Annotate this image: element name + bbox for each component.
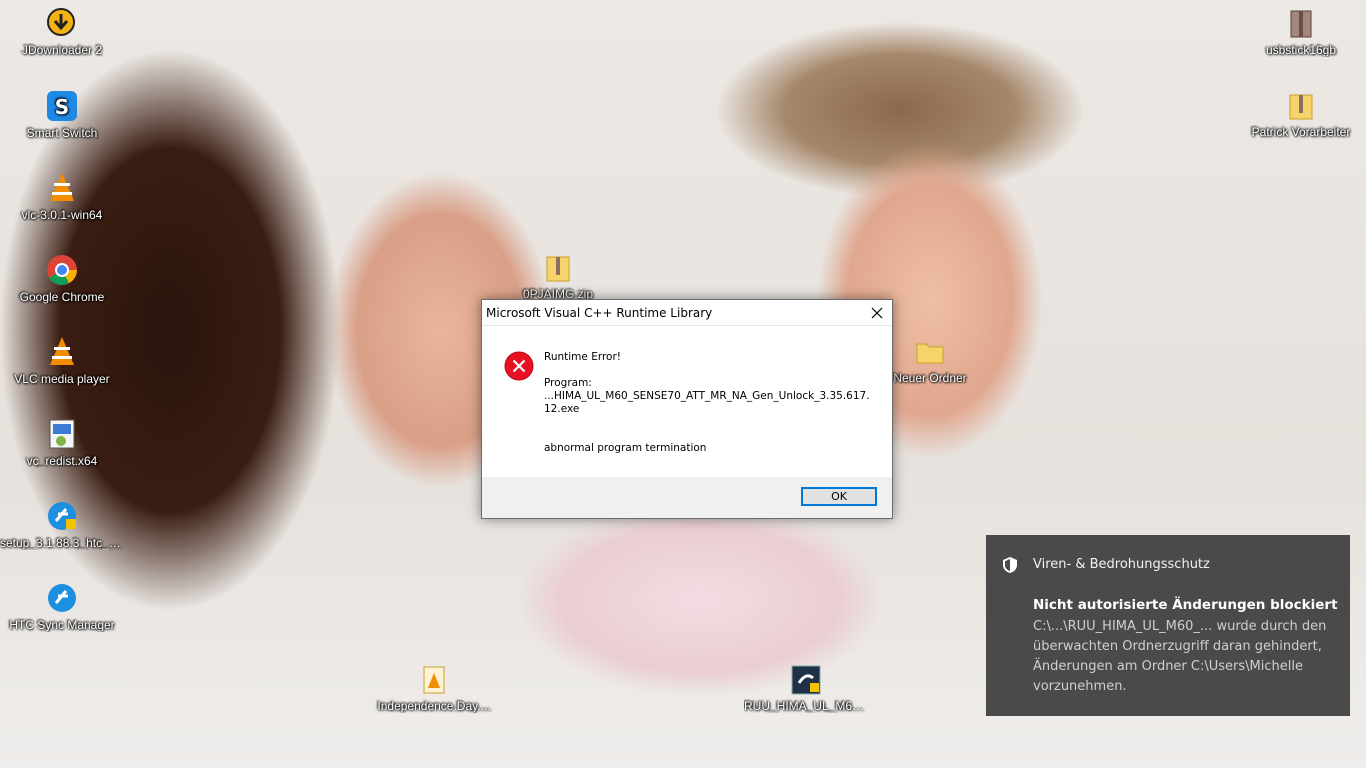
smart-switch-icon: S	[47, 91, 77, 121]
toast-app-name: Viren- & Bedrohungsschutz	[1033, 557, 1210, 572]
desktop-icon-smart-switch[interactable]: S Smart Switch	[0, 89, 124, 140]
notification-toast[interactable]: Viren- & Bedrohungsschutz Nicht autorisi…	[986, 535, 1350, 716]
desktop-icon-label: RUU_HIMA_UL_M60...	[744, 699, 868, 713]
jdownloader-icon	[47, 8, 75, 36]
program-path: ...HIMA_UL_M60_SENSE70_ATT_MR_NA_Gen_Unl…	[544, 390, 870, 415]
desktop-icon-label: setup_3.1.88.3_htc_N...	[0, 536, 124, 550]
desktop-icon-vc-redist[interactable]: vc_redist.x64	[0, 417, 124, 468]
error-message: abnormal program termination	[544, 442, 707, 454]
desktop-icon-chrome[interactable]: Google Chrome	[0, 253, 124, 304]
zip-folder-icon	[1289, 94, 1313, 120]
desktop-icon-htc-setup[interactable]: setup_3.1.88.3_htc_N...	[0, 499, 124, 550]
desktop-icon-independence-day[interactable]: Independence.Day....	[372, 664, 496, 713]
chrome-icon	[47, 255, 77, 285]
htc-sync-icon	[48, 584, 76, 612]
desktop-icon-label: Patrick Vorarbeiter	[1251, 125, 1351, 139]
runtime-error-dialog: Microsoft Visual C++ Runtime Library Run…	[481, 299, 893, 519]
dialog-message: Runtime Error! Program: ...HIMA_UL_M60_S…	[544, 351, 874, 455]
vlc-file-icon	[423, 666, 445, 694]
dialog-body: Runtime Error! Program: ...HIMA_UL_M60_S…	[482, 326, 892, 477]
ok-button[interactable]: OK	[801, 487, 877, 506]
desktop-icon-label: Google Chrome	[19, 290, 105, 304]
dialog-footer: OK	[482, 477, 892, 518]
error-title: Runtime Error!	[544, 351, 621, 363]
error-icon	[504, 351, 534, 381]
desktop-icon-label: Independence.Day....	[377, 699, 491, 713]
svg-text:S: S	[55, 95, 69, 119]
vlc-icon	[50, 337, 74, 365]
desktop-icon-label: Smart Switch	[26, 126, 98, 140]
close-button[interactable]	[862, 300, 892, 325]
toast-body: C:\...\RUU_HIMA_UL_M60_... wurde durch d…	[1033, 619, 1327, 694]
desktop-icon-label: usbstick16gb	[1265, 43, 1337, 57]
desktop-icon-label: vlc-3.0.1-win64	[21, 208, 103, 222]
program-label: Program:	[544, 377, 592, 389]
desktop-icon-usbstick[interactable]: usbstick16gb	[1239, 8, 1363, 57]
archive-icon	[1290, 10, 1312, 38]
toast-heading: Nicht autorisierte Änderungen blockiert	[1033, 597, 1338, 613]
desktop-icon-label: VLC media player	[14, 372, 110, 386]
ruu-app-icon	[791, 665, 821, 695]
desktop-icon-label: HTC Sync Manager	[9, 618, 115, 632]
folder-icon	[916, 343, 944, 364]
dialog-titlebar[interactable]: Microsoft Visual C++ Runtime Library	[482, 300, 892, 326]
desktop-icon-vlc-player[interactable]: VLC media player	[0, 335, 124, 386]
desktop-icon-0pjaimg-zip[interactable]: 0PJAIMG.zip	[496, 252, 620, 301]
desktop-icon-patrick[interactable]: Patrick Vorarbeiter	[1239, 90, 1363, 139]
installer-icon	[49, 419, 75, 449]
htc-setup-icon	[48, 502, 76, 530]
desktop-icon-htc-sync[interactable]: HTC Sync Manager	[0, 581, 124, 632]
desktop-icon-ruu-hima[interactable]: RUU_HIMA_UL_M60...	[744, 664, 868, 713]
dialog-title: Microsoft Visual C++ Runtime Library	[486, 305, 713, 320]
desktop-icon-label: JDownloader 2	[21, 43, 103, 57]
desktop-icon-label: vc_redist.x64	[26, 454, 98, 468]
desktop-icon-jdownloader[interactable]: JDownloader 2	[0, 6, 124, 57]
vlc-icon	[50, 173, 74, 201]
shield-icon	[1003, 557, 1017, 573]
zip-folder-icon	[546, 256, 570, 282]
close-icon	[871, 307, 883, 318]
desktop-icon-vlc-installer[interactable]: vlc-3.0.1-win64	[0, 171, 124, 222]
